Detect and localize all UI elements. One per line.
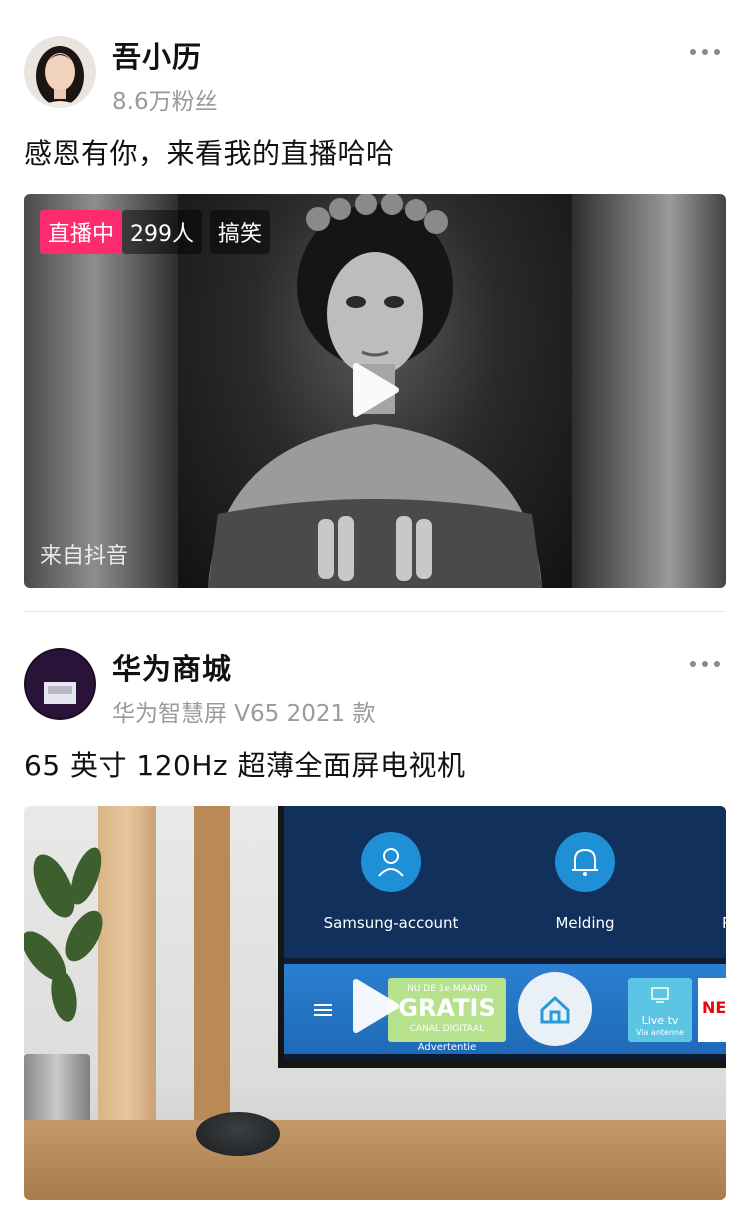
bell-icon — [555, 832, 615, 892]
source-label: 来自抖音 — [40, 544, 129, 569]
follower-count: 8.6万粉丝 — [112, 89, 218, 115]
ad-caption: Advertentie — [417, 1042, 477, 1053]
feed-post: 吾小历 8.6万粉丝 感恩有你，来看我的直播哈哈 直播中 299人 搞笑 来自抖… — [0, 0, 750, 612]
product-subtitle: 华为智慧屏 V65 2021 款 — [112, 701, 376, 727]
pegboard — [194, 806, 230, 1136]
video-card[interactable]: Samsung-account Melding P NU DE 1e MAAND… — [24, 806, 726, 1200]
menu-icon — [314, 1004, 332, 1016]
tv-icon — [651, 987, 669, 1003]
netflix-tile: NET — [698, 978, 726, 1042]
tv-tile-partial: P — [690, 822, 726, 942]
tv-tile-label: P — [722, 914, 726, 932]
promo-title: GRATIS — [398, 994, 496, 1022]
avatar[interactable] — [24, 36, 96, 108]
live-tv-sub: Via antenne — [635, 1028, 685, 1037]
play-icon[interactable] — [348, 360, 402, 420]
feed-post: 华为商城 华为智慧屏 V65 2021 款 65 英寸 120Hz 超薄全面屏电… — [0, 612, 750, 1224]
tv-tile-label: Samsung-account — [323, 914, 459, 932]
avatar[interactable] — [24, 648, 96, 720]
post-text: 感恩有你，来看我的直播哈哈 — [24, 137, 395, 170]
author-name[interactable]: 吾小历 — [112, 34, 202, 76]
author-name[interactable]: 华为商城 — [112, 646, 232, 688]
tv-top-panel: Samsung-account Melding P — [284, 806, 726, 958]
live-badge: 直播中 — [40, 210, 123, 254]
more-options-icon[interactable] — [690, 47, 720, 57]
live-tags: 直播中 299人 搞笑 — [40, 210, 271, 254]
viewer-count: 299人 — [122, 210, 203, 254]
live-stream-card[interactable]: 直播中 299人 搞笑 来自抖音 — [24, 194, 726, 588]
promo-tile: NU DE 1e MAAND GRATIS CANAL DIGITAAL — [388, 978, 506, 1042]
plant-image — [24, 846, 134, 1066]
account-icon — [361, 832, 421, 892]
promo-line: CANAL DIGITAAL — [409, 1024, 485, 1034]
tv-tile: Melding — [490, 822, 680, 942]
tv-screen: Samsung-account Melding P NU DE 1e MAAND… — [278, 806, 726, 1068]
home-icon — [518, 972, 592, 1046]
promo-line: NU DE 1e MAAND — [407, 984, 487, 994]
smart-speaker — [196, 1112, 280, 1156]
tv-tile: Samsung-account — [296, 822, 486, 942]
category-tag[interactable]: 搞笑 — [210, 210, 271, 254]
post-text: 65 英寸 120Hz 超薄全面屏电视机 — [24, 749, 466, 782]
play-icon[interactable] — [348, 976, 402, 1036]
live-tv-tile: Live tv Via antenne — [628, 978, 692, 1042]
netflix-logo: NET — [702, 998, 726, 1017]
more-options-icon[interactable] — [690, 659, 720, 669]
tv-tile-label: Melding — [555, 914, 615, 932]
wood-shelf — [24, 1120, 726, 1200]
live-tv-label: Live tv — [641, 1014, 679, 1027]
